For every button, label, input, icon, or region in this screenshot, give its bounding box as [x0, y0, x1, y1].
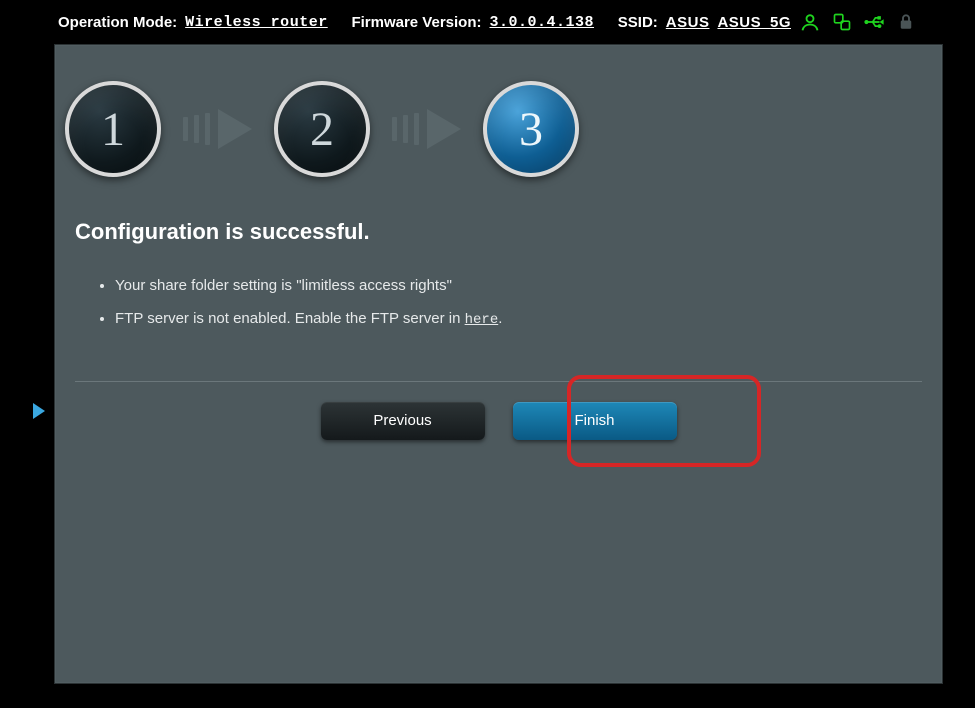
operation-mode-label: Operation Mode: [58, 14, 177, 31]
previous-button[interactable]: Previous [321, 402, 485, 440]
step-arrow-icon [183, 109, 252, 149]
main-panel: 1 2 3 Configuration is successful. Your … [54, 44, 943, 684]
step-1: 1 [65, 81, 161, 177]
firmware-link[interactable]: 3.0.0.4.138 [490, 14, 595, 31]
status-list: Your share folder setting is "limitless … [75, 275, 922, 331]
ssid-label: SSID: [618, 14, 658, 31]
list-item: Your share folder setting is "limitless … [115, 275, 922, 296]
ssid-value-2[interactable]: ASUS_5G [717, 14, 791, 31]
ssid-value-1[interactable]: ASUS [666, 14, 710, 31]
firmware-label: Firmware Version: [351, 14, 481, 31]
enable-ftp-link[interactable]: here [465, 312, 499, 328]
step-3-active: 3 [483, 81, 579, 177]
operation-mode-link[interactable]: Wireless router [185, 14, 328, 31]
divider [75, 381, 922, 382]
network-icon[interactable] [831, 12, 853, 32]
header-icons [799, 12, 917, 32]
ftp-status-post: . [498, 310, 502, 327]
finish-button[interactable]: Finish [513, 402, 677, 440]
step-arrow-icon [392, 109, 461, 149]
ftp-status-text: FTP server is not enabled. Enable the FT… [115, 310, 465, 327]
content-area: Configuration is successful. Your share … [55, 219, 942, 440]
usb-icon[interactable] [863, 12, 885, 32]
user-icon[interactable] [799, 12, 821, 32]
step-indicator: 1 2 3 [55, 45, 942, 201]
step-2: 2 [274, 81, 370, 177]
expand-panel-arrow-icon[interactable] [33, 403, 45, 419]
list-item: FTP server is not enabled. Enable the FT… [115, 308, 922, 331]
lock-icon[interactable] [895, 12, 917, 32]
action-row: Previous Finish [75, 402, 922, 440]
page-title: Configuration is successful. [75, 219, 922, 245]
top-header: Operation Mode: Wireless router Firmware… [0, 0, 975, 42]
